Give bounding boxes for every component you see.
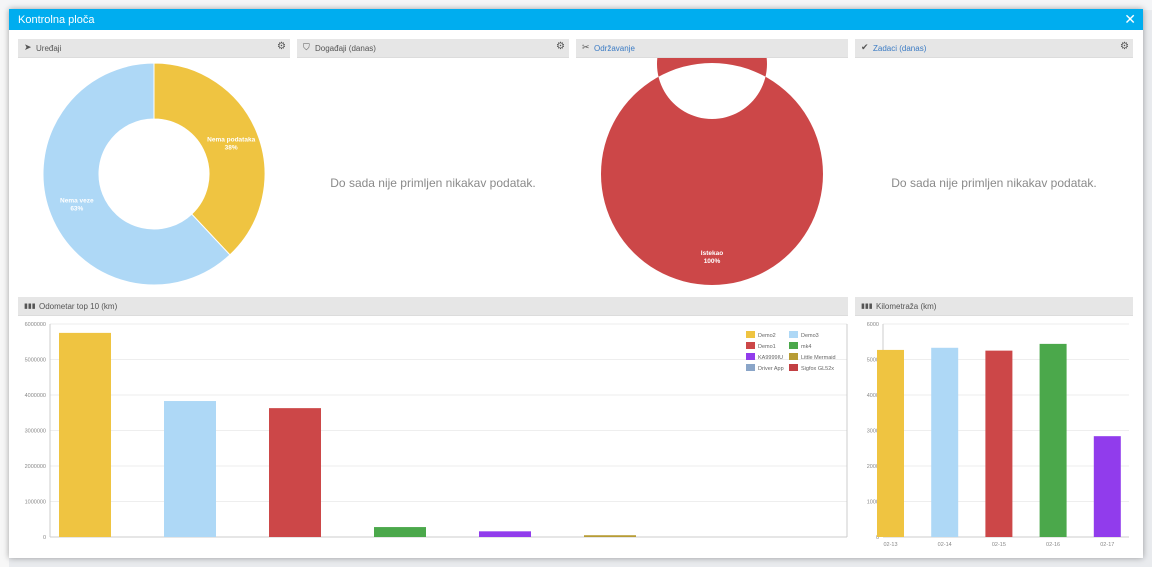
- odometer-panel-header: ▮▮▮ Odometar top 10 (km): [18, 297, 848, 316]
- legend-label[interactable]: KA9999IU: [758, 355, 783, 361]
- close-icon[interactable]: ✕: [1124, 12, 1136, 26]
- bar[interactable]: [1093, 436, 1121, 537]
- x-tick-label: 02-17: [1100, 542, 1114, 548]
- legend-swatch: [789, 342, 798, 349]
- legend-label[interactable]: Demo3: [801, 333, 819, 339]
- legend-swatch: [746, 364, 755, 371]
- y-tick-label: 1000000: [25, 500, 46, 506]
- maintenance-panel-title[interactable]: Održavanje: [594, 44, 635, 53]
- legend-label[interactable]: mk4: [801, 344, 811, 350]
- y-tick-label: 0: [43, 535, 46, 541]
- legend-swatch: [746, 353, 755, 360]
- y-tick-label: 6000: [867, 322, 879, 328]
- bar[interactable]: [584, 535, 636, 537]
- slice-value-label: 63%: [70, 206, 83, 213]
- maintenance-panel-header: ✂ Održavanje: [576, 39, 848, 58]
- odometer-panel: ▮▮▮ Odometar top 10 (km) 0 1000000 2000000…: [18, 297, 848, 549]
- settings-gear-icon[interactable]: ⚙: [277, 42, 286, 52]
- slice-value-label: 38%: [225, 144, 238, 151]
- bar[interactable]: [985, 350, 1013, 537]
- events-panel: ⛉ Događaji (danas) ⚙ Do sada nije primlj…: [297, 39, 569, 292]
- y-tick-label: 4000000: [25, 393, 46, 399]
- legend-swatch: [789, 364, 798, 371]
- odometer-icon: ▮▮▮: [861, 303, 873, 310]
- devices-panel-title: Uređaji: [36, 44, 62, 53]
- tasks-panel-header: ✔ Zadaci (danas) ⚙: [855, 39, 1133, 58]
- legend-label[interactable]: Little Mermaid: [801, 355, 836, 361]
- modal-titlebar: Kontrolna ploča ✕: [9, 9, 1143, 30]
- legend-swatch: [746, 342, 755, 349]
- slice-label: Nema podataka: [207, 136, 255, 143]
- bar[interactable]: [479, 531, 531, 537]
- maintenance-panel: ✂ Održavanje Istekao 100%: [576, 39, 848, 292]
- bar[interactable]: [164, 401, 216, 537]
- tasks-panel-title[interactable]: Zadaci (danas): [873, 44, 926, 53]
- bar[interactable]: [59, 332, 111, 537]
- slice-label: Istekao: [701, 250, 723, 257]
- mileage-panel-title: Kilometraža (km): [876, 302, 937, 311]
- legend-label[interactable]: Driver App: [758, 366, 784, 372]
- events-empty-message: Do sada nije primljen nikakav podatak.: [330, 176, 536, 190]
- devices-panel-header: ➤ Uređaji ⚙: [18, 39, 290, 58]
- x-tick-label: 02-14: [938, 542, 952, 548]
- x-tick-label: 02-13: [883, 542, 897, 548]
- bar[interactable]: [931, 347, 959, 537]
- legend-swatch: [746, 331, 755, 338]
- legend-label[interactable]: Demo1: [758, 344, 776, 350]
- y-tick-label: 3000000: [25, 429, 46, 435]
- slice-value-label: 100%: [704, 258, 721, 265]
- odometer-icon: ▮▮▮: [24, 303, 36, 310]
- tasks-empty-message: Do sada nije primljen nikakav podatak.: [891, 176, 1097, 190]
- maintenance-donut-chart: Istekao100%: [600, 58, 823, 285]
- events-panel-title: Događaji (danas): [315, 44, 376, 53]
- odometer-bar-chart: 0 1000000 2000000 3000000 4000000 5000000 6000…: [25, 322, 848, 541]
- x-tick-label: 02-15: [992, 542, 1006, 548]
- settings-gear-icon[interactable]: ⚙: [556, 42, 565, 52]
- odometer-panel-title: Odometar top 10 (km): [39, 302, 118, 311]
- settings-gear-icon[interactable]: ⚙: [1120, 42, 1129, 52]
- y-tick-label: 2000000: [25, 464, 46, 470]
- bar[interactable]: [877, 349, 904, 537]
- devices-panel: ➤ Uređaji ⚙ Nema podataka 38% Nema veze 63%: [18, 39, 290, 292]
- mileage-panel-header: ▮▮▮ Kilometraža (km): [855, 297, 1133, 316]
- background-sidebar: [0, 10, 9, 567]
- y-tick-label: 5000000: [25, 358, 46, 364]
- check-icon: ✔: [861, 42, 869, 52]
- bar[interactable]: [269, 408, 321, 537]
- shield-icon: ⛉: [303, 42, 310, 52]
- tools-icon: ✂: [582, 42, 590, 52]
- bar[interactable]: [374, 527, 426, 537]
- legend-swatch: [789, 353, 798, 360]
- legend-label[interactable]: Sigfox GL52x: [801, 366, 834, 372]
- events-panel-header: ⛉ Događaji (danas) ⚙: [297, 39, 569, 58]
- mileage-bar-chart: 010002000300040005000600002-13 02-14 02-15…: [867, 322, 1129, 548]
- legend-swatch: [789, 331, 798, 338]
- legend-label[interactable]: Demo2: [758, 333, 776, 339]
- slice-label: Nema veze: [60, 198, 94, 205]
- x-tick-label: 02-16: [1046, 542, 1060, 548]
- modal-title: Kontrolna ploča: [18, 14, 95, 26]
- mileage-panel: ▮▮▮ Kilometraža (km) 0 1000 2000 3000 4000 50…: [855, 297, 1133, 549]
- tasks-panel: ✔ Zadaci (danas) ⚙ Do sada nije primljen…: [855, 39, 1133, 292]
- devices-donut-chart: Nema podataka38% Nema veze63%: [42, 62, 266, 286]
- location-arrow-icon: ➤: [24, 42, 32, 52]
- y-tick-label: 6000000: [25, 322, 46, 328]
- dashboard-modal: Kontrolna ploča ✕ ➤ Uređaji ⚙ Nema podat…: [9, 9, 1143, 558]
- chart-legend: Demo2 Demo3 Demo1 mk4 KA9999IU Little Mermaid…: [746, 331, 836, 372]
- bar[interactable]: [1039, 343, 1067, 537]
